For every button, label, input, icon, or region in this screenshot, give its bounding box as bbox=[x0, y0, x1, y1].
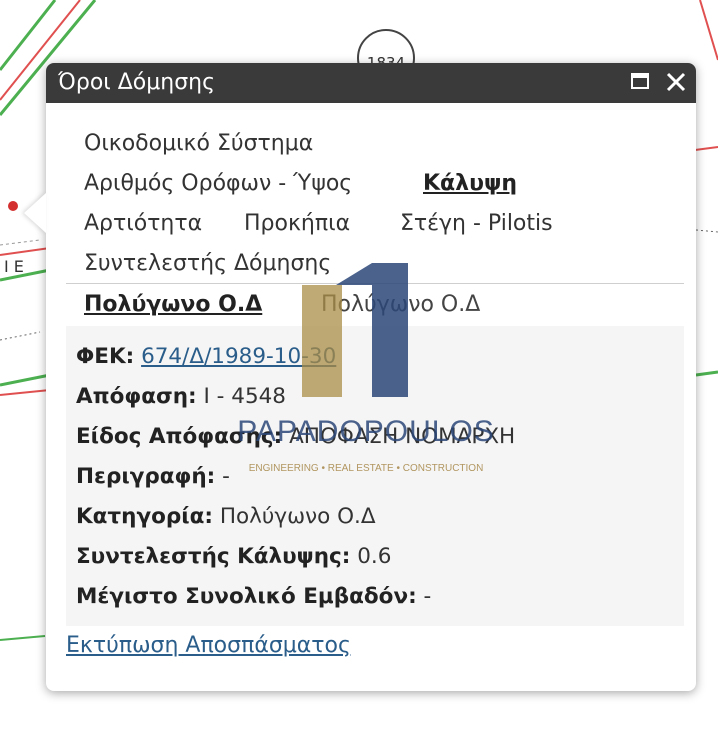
detail-row-decision-type: Είδος Απόφασης: ΑΠΟΦΑΣΗ ΝΟΜΑΡΧΗ bbox=[76, 424, 515, 450]
details-panel: ΦΕΚ: 674/Δ/1989-10-30 Απόφαση: I - 4548 … bbox=[66, 326, 684, 626]
menu-item-plot[interactable]: Αρτιότητα bbox=[84, 211, 202, 237]
description-value: - bbox=[222, 464, 230, 489]
menu-item-building-coefficient[interactable]: Συντελεστής Δόμησης bbox=[84, 251, 331, 277]
description-label: Περιγραφή: bbox=[76, 464, 216, 489]
popup-title: Όροι Δόμησης bbox=[58, 70, 215, 95]
detail-row-decision: Απόφαση: I - 4548 bbox=[76, 384, 286, 410]
road-line bbox=[0, 373, 51, 387]
parcel-boundary bbox=[0, 389, 51, 396]
category-value: Πολύγωνο Ο.Δ bbox=[219, 504, 376, 529]
detail-row-category: Κατηγορία: Πολύγωνο Ο.Δ bbox=[76, 504, 376, 530]
tab-polygon-active[interactable]: Πολύγωνο Ο.Δ bbox=[84, 292, 262, 317]
popup-pointer bbox=[24, 193, 46, 233]
detail-row-description: Περιγραφή: - bbox=[76, 464, 230, 490]
parcel-boundary bbox=[0, 247, 51, 256]
selected-point-marker bbox=[8, 201, 18, 211]
close-icon[interactable] bbox=[664, 70, 688, 94]
popup-titlebar[interactable]: Όροι Δόμησης bbox=[46, 63, 696, 103]
menu-item-coverage[interactable]: Κάλυψη bbox=[423, 171, 517, 197]
parcel-boundary bbox=[0, 635, 46, 641]
detail-row-fek: ΦΕΚ: 674/Δ/1989-10-30 bbox=[76, 344, 336, 370]
building-terms-popup: Όροι Δόμησης Οικοδομικό Σύστημα Αριθμός … bbox=[24, 63, 696, 691]
road-line bbox=[695, 370, 718, 377]
coverage-coefficient-label: Συντελεστής Κάλυψης: bbox=[76, 544, 351, 569]
category-label: Κατηγορία: bbox=[76, 504, 214, 529]
fek-label: ΦΕΚ: bbox=[76, 344, 135, 369]
menu-item-setbacks[interactable]: Προκήπια bbox=[244, 211, 350, 237]
parcel-boundary bbox=[695, 229, 718, 233]
detail-row-max-area: Μέγιστο Συνολικό Εμβαδόν: - bbox=[76, 584, 431, 610]
coverage-coefficient-value: 0.6 bbox=[357, 544, 392, 569]
detail-row-coverage-coefficient: Συντελεστής Κάλυψης: 0.6 bbox=[76, 544, 391, 570]
road-label: I E bbox=[4, 257, 24, 276]
decision-value: I - 4548 bbox=[203, 384, 286, 409]
parcel-boundary bbox=[0, 331, 41, 341]
menu-item-roof[interactable]: Στέγη - Pilotis bbox=[400, 211, 553, 237]
menu-item-floors-height[interactable]: Αριθμός Ορόφων - Ύψος bbox=[84, 171, 352, 197]
decision-type-label: Είδος Απόφασης: bbox=[76, 424, 283, 449]
max-area-value: - bbox=[423, 584, 432, 609]
maximize-icon[interactable] bbox=[631, 73, 649, 89]
parcel-boundary bbox=[699, 0, 718, 61]
decision-type-value: ΑΠΟΦΑΣΗ ΝΟΜΑΡΧΗ bbox=[289, 424, 516, 449]
parcel-boundary bbox=[0, 239, 41, 246]
menu-item-building-system[interactable]: Οικοδομικό Σύστημα bbox=[84, 131, 313, 157]
max-area-label: Μέγιστο Συνολικό Εμβαδόν: bbox=[76, 584, 417, 609]
polygon-tabs: Πολύγωνο Ο.Δ Πολύγωνο Ο.Δ bbox=[66, 283, 684, 327]
decision-label: Απόφαση: bbox=[76, 384, 197, 409]
tab-polygon[interactable]: Πολύγωνο Ο.Δ bbox=[321, 292, 480, 317]
print-extract-link[interactable]: Εκτύπωση Αποσπάσματος bbox=[66, 633, 351, 659]
fek-link[interactable]: 674/Δ/1989-10-30 bbox=[141, 344, 336, 369]
parcel-boundary bbox=[694, 146, 718, 151]
